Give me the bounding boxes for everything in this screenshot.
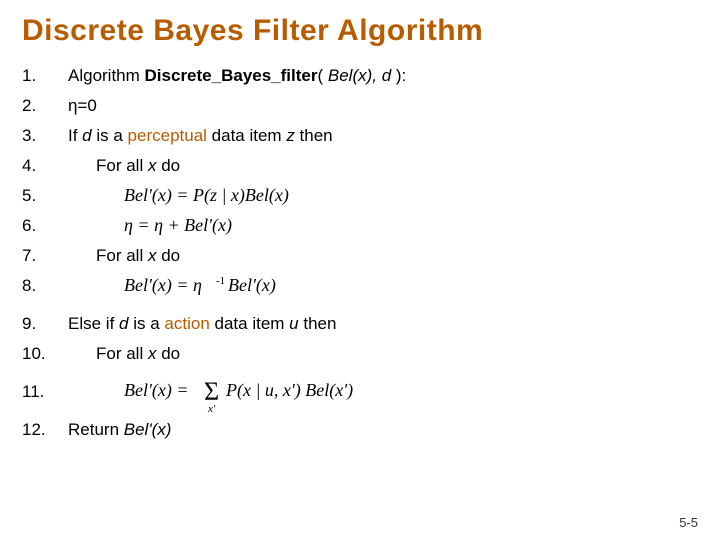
do-word: do <box>156 246 180 265</box>
var-d: d <box>119 314 128 333</box>
line-5: 5. Bel'(x) = P(z | x)Bel(x) <box>22 182 698 210</box>
line-2: 2. η=0 <box>22 92 698 120</box>
algo-args: Bel(x), d <box>328 66 391 85</box>
return-word: Return <box>68 420 124 439</box>
line-number: 7. <box>22 247 68 265</box>
line-8: 8. Bel'(x) = η -1 Bel'(x) <box>22 272 698 300</box>
line-number: 6. <box>22 217 68 235</box>
for-all: For all <box>96 344 148 363</box>
paren-open: ( <box>317 66 327 85</box>
svg-text:x': x' <box>207 403 216 414</box>
line-number: 4. <box>22 157 68 175</box>
svg-text:-1: -1 <box>216 275 225 287</box>
line-11: 11. Bel'(x) = Σ x' P(x | u, x') Bel(x') <box>22 370 698 414</box>
var-d: d <box>82 126 91 145</box>
equation-5: Bel'(x) = P(z | x)Bel(x) <box>124 185 334 207</box>
perceptual-word: perceptual <box>128 126 207 145</box>
equation-8: Bel'(x) = η -1 Bel'(x) <box>124 274 314 298</box>
text: data item <box>210 314 289 333</box>
then-word: then <box>295 126 333 145</box>
algo-keyword: Algorithm <box>68 66 145 85</box>
for-all: For all <box>96 246 148 265</box>
svg-text:Bel'(x) =: Bel'(x) = <box>124 380 188 401</box>
line-number: 10. <box>22 345 68 363</box>
text: is a <box>92 126 128 145</box>
text: data item <box>207 126 286 145</box>
if-word: If <box>68 126 82 145</box>
line-12: 12. Return Bel'(x) <box>22 416 698 444</box>
equation-6: η = η + Bel'(x) <box>124 215 284 237</box>
do-word: do <box>156 344 180 363</box>
slide-number: 5-5 <box>679 515 698 530</box>
svg-text:Bel'(x) = η: Bel'(x) = η <box>124 275 202 296</box>
line-number: 1. <box>22 67 68 85</box>
line-6: 6. η = η + Bel'(x) <box>22 212 698 240</box>
line-number: 5. <box>22 187 68 205</box>
slide-title: Discrete Bayes Filter Algorithm <box>22 14 698 48</box>
eta-init: η=0 <box>68 96 97 115</box>
line-7: 7. For all x do <box>22 242 698 270</box>
svg-text:η = η + Bel'(x): η = η + Bel'(x) <box>124 215 232 236</box>
algorithm-body: 1. Algorithm Discrete_Bayes_filter( Bel(… <box>22 62 698 444</box>
line-number: 12. <box>22 421 68 439</box>
line-9: 9. Else if d is a action data item u the… <box>22 310 698 338</box>
line-number: 11. <box>22 383 68 401</box>
var-z: z <box>286 126 295 145</box>
line-10: 10. For all x do <box>22 340 698 368</box>
line-number: 8. <box>22 277 68 295</box>
line-4: 4. For all x do <box>22 152 698 180</box>
paren-close: ): <box>391 66 406 85</box>
line-number: 3. <box>22 127 68 145</box>
action-word: action <box>164 314 209 333</box>
for-all: For all <box>96 156 148 175</box>
then-word: then <box>299 314 337 333</box>
svg-text:Bel'(x): Bel'(x) <box>228 275 276 296</box>
line-3: 3. If d is a perceptual data item z then <box>22 122 698 150</box>
do-word: do <box>156 156 180 175</box>
algo-name: Discrete_Bayes_filter <box>145 66 318 85</box>
svg-text:Bel'(x) = P(z | x)Bel(x): Bel'(x) = P(z | x)Bel(x) <box>124 185 289 206</box>
svg-text:Σ: Σ <box>204 377 219 406</box>
equation-11: Bel'(x) = Σ x' P(x | u, x') Bel(x') <box>124 370 404 414</box>
var-u: u <box>289 314 298 333</box>
line-1: 1. Algorithm Discrete_Bayes_filter( Bel(… <box>22 62 698 90</box>
else-if: Else if <box>68 314 119 333</box>
svg-text:P(x | u, x') Bel(x'): P(x | u, x') Bel(x') <box>225 380 353 401</box>
text: is a <box>129 314 165 333</box>
line-number: 2. <box>22 97 68 115</box>
return-val: Bel'(x) <box>124 420 172 439</box>
line-number: 9. <box>22 315 68 333</box>
